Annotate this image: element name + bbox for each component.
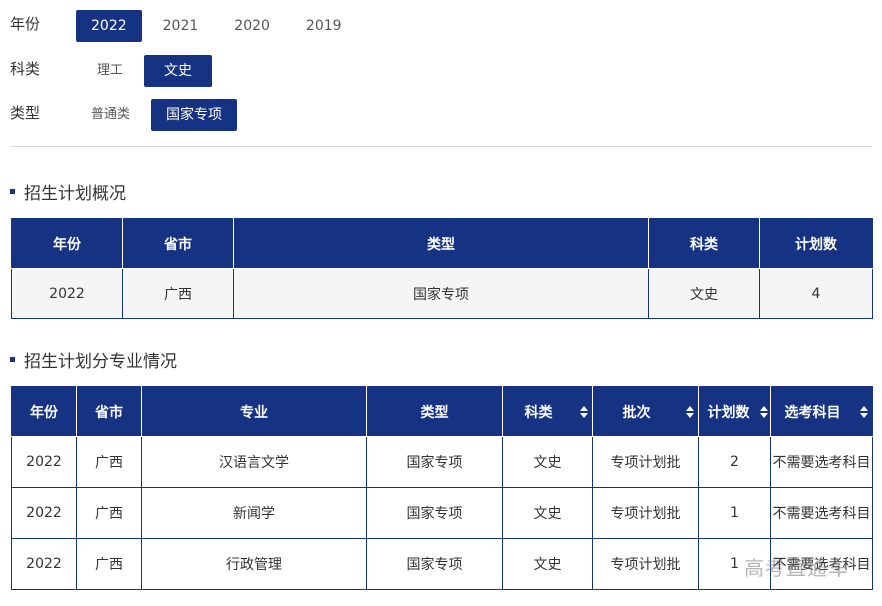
table-row: 2022 广西 国家专项 文史 4	[11, 268, 873, 319]
divider	[10, 146, 872, 147]
cell-plan-count: 2	[698, 436, 771, 488]
cell-type: 国家专项	[233, 268, 649, 319]
cell-year: 2022	[11, 487, 77, 539]
majors-header-province: 省市	[76, 386, 142, 437]
majors-title-text: 招生计划分专业情况	[24, 352, 177, 372]
overview-header-year: 年份	[11, 218, 123, 269]
year-filter-label: 年份	[10, 14, 41, 33]
overview-header-province: 省市	[122, 218, 234, 269]
cell-batch: 专项计划批	[592, 538, 699, 590]
majors-header-batch[interactable]: 批次	[592, 386, 699, 437]
subject-option-science[interactable]: 理工	[82, 55, 138, 87]
majors-header-type: 类型	[366, 386, 503, 437]
cell-type: 国家专项	[366, 487, 503, 539]
cell-batch: 专项计划批	[592, 487, 699, 539]
overview-header-subject: 科类	[648, 218, 760, 269]
cell-major: 新闻学	[141, 487, 367, 539]
majors-header-elective-subjects[interactable]: 选考科目	[770, 386, 873, 437]
overview-table: 年份 省市 类型 科类 计划数 2022 广西 国家专项 文史 4	[11, 218, 873, 319]
table-row: 2022 广西 汉语言文学 国家专项 文史 专项计划批 2 不需要选考科目	[11, 436, 873, 488]
majors-header-batch-label: 批次	[622, 404, 651, 421]
cell-year: 2022	[11, 538, 77, 590]
cell-year: 2022	[11, 436, 77, 488]
table-row: 2022 广西 新闻学 国家专项 文史 专项计划批 1 不需要选考科目	[11, 487, 873, 539]
overview-header-type: 类型	[233, 218, 649, 269]
cell-batch: 专项计划批	[592, 436, 699, 488]
cell-major: 行政管理	[141, 538, 367, 590]
cell-province: 广西	[76, 436, 142, 488]
type-option-regular[interactable]: 普通类	[76, 99, 145, 131]
cell-province: 广西	[122, 268, 234, 319]
cell-subject: 文史	[502, 436, 593, 488]
year-option-2021[interactable]: 2021	[148, 10, 214, 42]
majors-header-subject-label: 科类	[524, 404, 553, 421]
year-option-2019[interactable]: 2019	[291, 10, 357, 42]
sort-icon[interactable]	[686, 405, 694, 418]
sort-icon[interactable]	[580, 405, 588, 418]
sort-icon[interactable]	[760, 405, 768, 418]
majors-header-year: 年份	[11, 386, 77, 437]
square-bullet-icon	[10, 357, 15, 362]
year-option-2022[interactable]: 2022	[76, 10, 142, 42]
majors-header-row: 年份 省市 专业 类型 科类 批次 计划数 选考科目	[11, 386, 873, 437]
cell-subject: 文史	[502, 538, 593, 590]
overview-header-plan-count: 计划数	[759, 218, 873, 269]
cell-type: 国家专项	[366, 538, 503, 590]
majors-section-title: 招生计划分专业情况	[10, 347, 177, 372]
cell-province: 广西	[76, 538, 142, 590]
overview-title-text: 招生计划概况	[24, 184, 126, 204]
year-option-2020[interactable]: 2020	[219, 10, 285, 42]
sort-icon[interactable]	[860, 405, 868, 418]
cell-elective-subjects: 不需要选考科目	[770, 487, 873, 539]
year-filter-row: 年份 2022 2021 2020 2019	[10, 10, 363, 42]
type-filter-row: 类型 普通类 国家专项	[10, 99, 243, 131]
subject-filter-row: 科类 理工 文史	[10, 55, 218, 87]
majors-header-subject[interactable]: 科类	[502, 386, 593, 437]
subject-option-arts[interactable]: 文史	[144, 55, 213, 87]
majors-header-plan-count-label: 计划数	[707, 404, 750, 421]
majors-header-elective-label: 选考科目	[784, 404, 841, 421]
majors-header-major: 专业	[141, 386, 367, 437]
type-option-national-special[interactable]: 国家专项	[151, 99, 238, 131]
type-filter-label: 类型	[10, 103, 41, 122]
subject-filter-label: 科类	[10, 59, 41, 78]
overview-header-row: 年份 省市 类型 科类 计划数	[11, 218, 873, 269]
cell-subject: 文史	[502, 487, 593, 539]
cell-subject: 文史	[648, 268, 760, 319]
square-bullet-icon	[10, 189, 15, 194]
watermark: 高考直通车	[744, 556, 849, 580]
cell-plan-count: 1	[698, 487, 771, 539]
cell-elective-subjects: 不需要选考科目	[770, 436, 873, 488]
cell-year: 2022	[11, 268, 123, 319]
cell-province: 广西	[76, 487, 142, 539]
cell-major: 汉语言文学	[141, 436, 367, 488]
majors-header-plan-count[interactable]: 计划数	[698, 386, 771, 437]
cell-plan-count: 4	[759, 268, 873, 319]
cell-type: 国家专项	[366, 436, 503, 488]
overview-section-title: 招生计划概况	[10, 179, 126, 204]
